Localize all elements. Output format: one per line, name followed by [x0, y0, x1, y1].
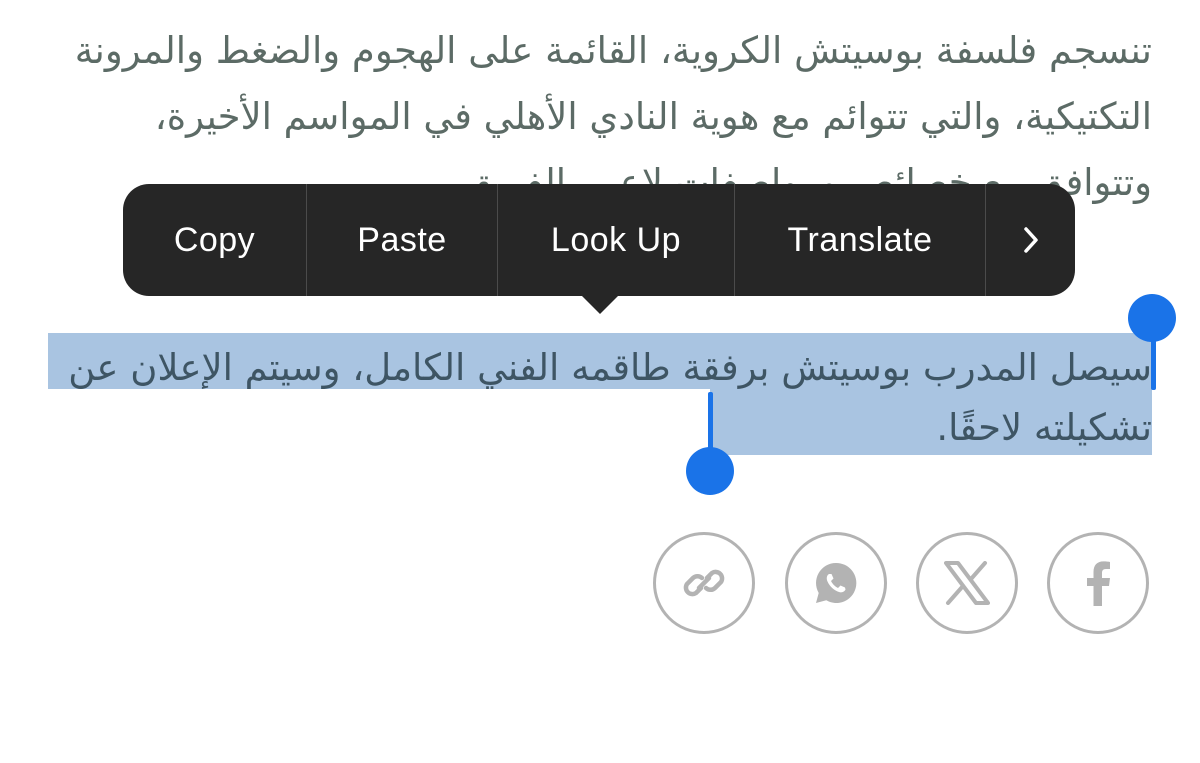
selection-end-handle[interactable] — [1128, 294, 1176, 342]
look-up-button[interactable]: Look Up — [498, 184, 735, 296]
facebook-icon — [1087, 561, 1110, 606]
context-menu-pointer — [580, 294, 620, 314]
whatsapp-icon — [816, 562, 857, 603]
share-whatsapp-button[interactable] — [785, 532, 887, 634]
share-x-button[interactable] — [916, 532, 1018, 634]
chevron-right-icon — [1023, 227, 1038, 253]
context-menu: Copy Paste Look Up Translate — [123, 184, 1075, 296]
text-selection-highlight — [48, 333, 1152, 389]
copy-button[interactable]: Copy — [123, 184, 307, 296]
more-options-button[interactable] — [986, 184, 1075, 296]
selection-end-caret — [1151, 338, 1156, 390]
paste-button[interactable]: Paste — [307, 184, 498, 296]
link-icon — [683, 569, 725, 597]
text-selection-highlight — [710, 389, 1152, 455]
translate-button[interactable]: Translate — [735, 184, 986, 296]
share-link-button[interactable] — [653, 532, 755, 634]
selection-start-caret — [708, 392, 713, 452]
share-facebook-button[interactable] — [1047, 532, 1149, 634]
selection-start-handle[interactable] — [686, 447, 734, 495]
x-icon — [944, 561, 990, 605]
